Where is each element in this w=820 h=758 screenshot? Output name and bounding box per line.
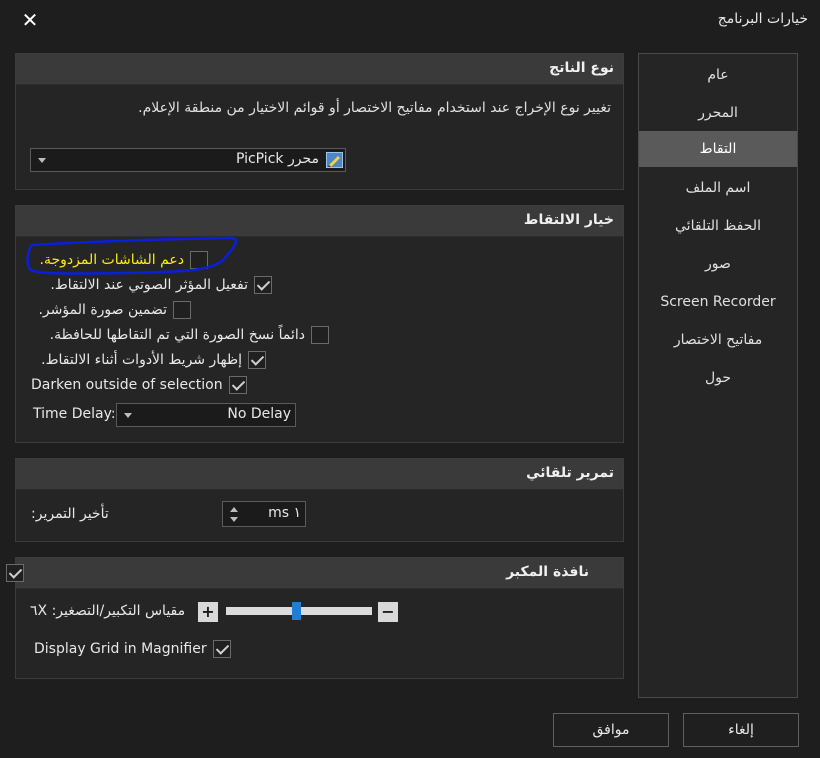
output-type-selected: محرر PicPick (235, 151, 319, 167)
auto-scroll-section: تمرير تلقائي تأخير التمرير: ms ١ (15, 458, 624, 542)
output-type-dropdown[interactable]: محرر PicPick (30, 148, 346, 172)
sidebar-item-general[interactable]: عام (639, 57, 797, 93)
capture-options-title: خيار الالتقاط (523, 212, 614, 228)
auto-scroll-header: تمرير تلقائي (16, 459, 623, 490)
show-toolbar-checkbox[interactable] (248, 351, 266, 369)
option-display-grid[interactable]: Display Grid in Magnifier (34, 640, 231, 658)
chevron-down-icon (38, 158, 46, 163)
close-icon: ✕ (21, 8, 39, 32)
include-cursor-checkbox[interactable] (173, 301, 191, 319)
option-copy-clipboard[interactable]: دائماً نسخ الصورة التي تم التقاطها للحاف… (50, 326, 329, 344)
option-show-toolbar[interactable]: إظهار شريط الأدوات أثناء الالتقاط. (41, 351, 266, 369)
sidebar-item-editor[interactable]: المحرر (639, 95, 797, 131)
zoom-minus-button[interactable]: − (378, 602, 398, 622)
display-grid-checkbox[interactable] (212, 640, 231, 658)
output-type-header: نوع الناتج (16, 54, 623, 85)
include-cursor-label: تضمين صورة المؤشر. (38, 302, 167, 318)
zoom-scale-label: مقياس التكبير/التصغير: ٦X (30, 603, 186, 619)
zoom-plus-button[interactable]: + (198, 602, 218, 622)
darken-outside-label: Darken outside of selection (31, 377, 223, 393)
annotation-circle (26, 236, 238, 275)
output-type-section: نوع الناتج تغيير نوع الإخراج عند استخدام… (15, 53, 624, 190)
time-delay-label: Time Delay: (33, 406, 116, 422)
sidebar-nav: عام المحرر التقاط اسم الملف الحفظ التلقا… (638, 53, 798, 698)
editor-app-icon (326, 152, 343, 168)
show-toolbar-label: إظهار شريط الأدوات أثناء الالتقاط. (41, 352, 242, 368)
sidebar-item-autosave[interactable]: الحفظ التلقائي (639, 208, 797, 244)
spin-up-icon[interactable] (230, 507, 238, 512)
output-type-title: نوع الناتج (549, 60, 614, 76)
display-grid-label: Display Grid in Magnifier (34, 641, 207, 657)
sidebar-item-filename[interactable]: اسم الملف (639, 170, 797, 206)
scroll-delay-label: تأخير التمرير: (31, 506, 109, 522)
copy-clipboard-label: دائماً نسخ الصورة التي تم التقاطها للحاف… (49, 327, 305, 343)
window-title: خيارات البرنامج (717, 11, 808, 27)
spin-down-icon[interactable] (230, 517, 238, 522)
cancel-button[interactable]: إلغاء (683, 713, 799, 747)
sidebar-item-capture[interactable]: التقاط (639, 131, 797, 167)
sound-effect-checkbox[interactable] (254, 276, 272, 294)
scroll-delay-spinner[interactable]: ms ١ (222, 501, 306, 527)
sidebar-item-about[interactable]: حول (639, 360, 797, 396)
sidebar-item-hotkeys[interactable]: مفاتيح الاختصار (639, 322, 797, 358)
time-delay-dropdown[interactable]: No Delay (116, 403, 296, 427)
magnifier-title: نافذة المكبر (506, 564, 589, 580)
chevron-down-icon (124, 413, 132, 418)
close-button[interactable]: ✕ (18, 8, 42, 32)
ok-button[interactable]: موافق (553, 713, 669, 747)
auto-scroll-title: تمرير تلقائي (526, 465, 614, 481)
capture-options-section: خيار الالتقاط دعم الشاشات المزدوجة. تفعي… (15, 205, 624, 443)
output-type-description: تغيير نوع الإخراج عند استخدام مفاتيح الا… (138, 100, 611, 116)
capture-options-header: خيار الالتقاط (16, 206, 623, 237)
sidebar-item-screen-recorder[interactable]: Screen Recorder (639, 284, 797, 320)
darken-outside-checkbox[interactable] (228, 376, 247, 394)
magnifier-enable-checkbox[interactable] (6, 564, 24, 582)
magnifier-header: نافذة المكبر (6, 558, 623, 589)
option-include-cursor[interactable]: تضمين صورة المؤشر. (38, 301, 191, 319)
time-delay-value: No Delay (227, 406, 291, 422)
zoom-slider-thumb[interactable] (291, 602, 301, 620)
sidebar-item-images[interactable]: صور (639, 246, 797, 282)
magnifier-section: نافذة المكبر مقياس التكبير/التصغير: ٦X +… (6, 557, 624, 679)
scroll-delay-value: ms ١ (268, 505, 301, 521)
option-darken-outside[interactable]: Darken outside of selection (31, 376, 247, 394)
copy-clipboard-checkbox[interactable] (311, 326, 329, 344)
